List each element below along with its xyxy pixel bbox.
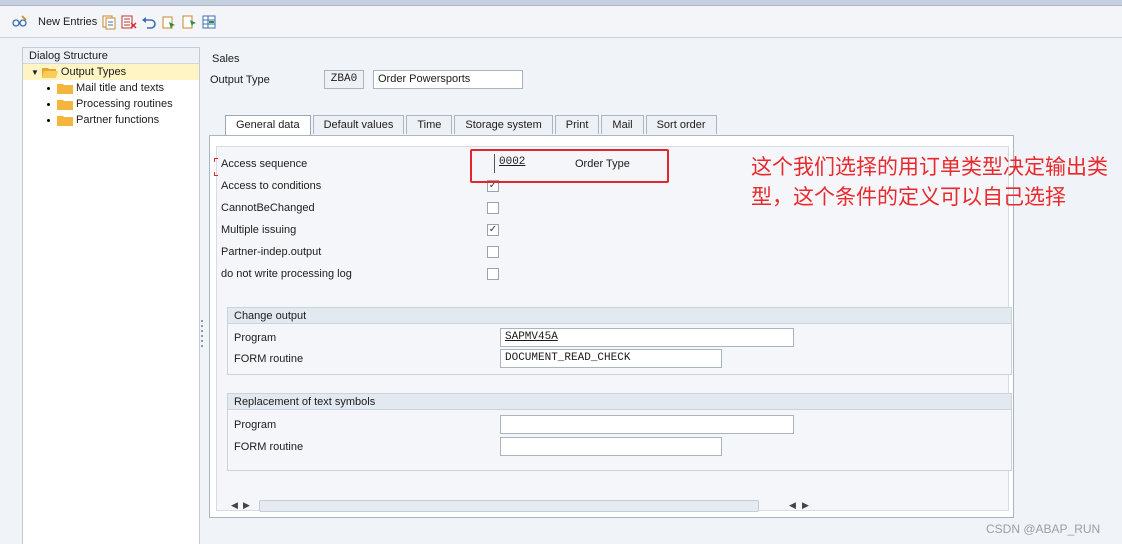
pane-splitter[interactable] [200,317,204,347]
deselect-all-button[interactable] [201,11,217,33]
folder-icon [57,115,73,126]
tree-item-processing-routines[interactable]: Processing routines [23,96,199,112]
open-folder-icon [41,67,58,78]
select-all-button[interactable] [161,11,177,33]
tree-bullet [47,86,50,90]
scroll-left-end-icon[interactable]: ◀ [789,500,796,511]
checkbox-multiple-issuing[interactable]: ✓ [487,224,499,236]
check-label-multiple-issuing: Multiple issuing [221,224,297,236]
change-output-form-field[interactable]: DOCUMENT_READ_CHECK [500,349,722,368]
folder-icon [57,83,73,94]
focus-corner-mark [214,172,218,176]
main-content: Sales Output Type ZBA0 Order Powersports… [205,47,1122,544]
annotation-text: 这个我们选择的用订单类型决定输出类型，这个条件的定义可以自己选择 [751,155,1108,209]
tree-item-label: Processing routines [76,98,173,110]
copy-as-button[interactable] [101,11,117,33]
checkbox-no-processing-log[interactable] [487,268,499,280]
tab-sort-order[interactable]: Sort order [645,115,717,134]
replacement-program-label: Program [234,419,277,431]
tree-item-label: Mail title and texts [76,82,165,94]
application-toolbar: New Entries [0,6,1122,38]
change-output-group: Change output Program SAPMV45A FORM rout… [227,307,1012,375]
scroll-right-icon[interactable]: ▶ [243,500,250,511]
select-icon [182,15,197,28]
tree-item-label: Output Types [60,66,127,78]
tab-general-data[interactable]: General data [225,115,311,135]
tree-item-partner-functions[interactable]: Partner functions [23,112,199,128]
application-label: Sales [212,53,240,65]
tree-bullet [47,118,50,122]
tree-item-mail-title[interactable]: Mail title and texts [23,80,199,96]
select-block-button[interactable] [181,11,197,33]
new-entries-label: New Entries [38,15,98,28]
change-output-form-label: FORM routine [234,353,304,365]
check-label-partner-indep-output: Partner-indep.output [221,246,322,258]
undo-icon [142,16,157,29]
checkbox-partner-indep-output[interactable] [487,246,499,258]
checkbox-cannot-be-changed[interactable] [487,202,499,214]
output-type-code-field[interactable]: ZBA0 [324,70,364,89]
expand-caret-icon[interactable]: ▼ [31,68,39,77]
delete-button[interactable] [121,11,137,33]
replacement-group: Replacement of text symbols Program FORM… [227,393,1012,471]
tab-mail[interactable]: Mail [601,115,644,134]
new-entries-button[interactable]: New Entries [32,11,97,33]
dialog-structure-header: Dialog Structure [23,48,199,64]
scroll-track[interactable] [259,500,759,512]
horizontal-scrollbar[interactable]: ◀ ▶ ◀ ▶ [227,498,1012,514]
check-label-cannot-be-changed: CannotBeChanged [221,202,315,214]
watermark: CSDN @ABAP_RUN [986,522,1101,536]
delete-rows-icon [121,15,137,28]
check-label-no-processing-log: do not write processing log [221,268,352,280]
tree-item-label: Partner functions [76,114,160,126]
tree-bullet [47,102,50,106]
tab-storage-system[interactable]: Storage system [454,115,553,134]
select-block-icon [162,16,176,29]
tab-print[interactable]: Print [554,115,600,134]
tab-strip: General data Default values Time Storage… [219,115,719,135]
undo-button[interactable] [141,11,157,33]
change-display-button[interactable] [12,11,28,33]
glasses-pencil-icon [12,14,27,27]
change-output-program-field[interactable]: SAPMV45A [500,328,794,347]
tab-default-values[interactable]: Default values [312,115,405,134]
tab-time[interactable]: Time [406,115,453,134]
folder-icon [57,99,73,110]
output-type-description-field[interactable]: Order Powersports [373,70,523,89]
check-label-access-conditions: Access to conditions [221,180,322,192]
copy-icon [102,15,116,29]
output-type-label: Output Type [210,74,270,86]
dialog-structure-panel: Dialog Structure ▼ Output Types Mail tit… [22,47,200,544]
replacement-form-field[interactable] [500,437,722,456]
scroll-left-icon[interactable]: ◀ [231,500,238,511]
change-output-program-label: Program [234,332,277,344]
replacement-program-field[interactable] [500,415,794,434]
scroll-right-end-icon[interactable]: ▶ [802,500,809,511]
annotation-highlight-box [470,149,669,183]
focus-corner-mark [214,158,218,162]
replacement-title: Replacement of text symbols [228,394,1011,410]
replacement-form-label: FORM routine [234,441,304,453]
table-select-icon [202,15,216,28]
access-sequence-label: Access sequence [221,158,308,170]
change-output-title: Change output [228,308,1011,324]
tree-item-output-types[interactable]: ▼ Output Types [23,64,199,80]
